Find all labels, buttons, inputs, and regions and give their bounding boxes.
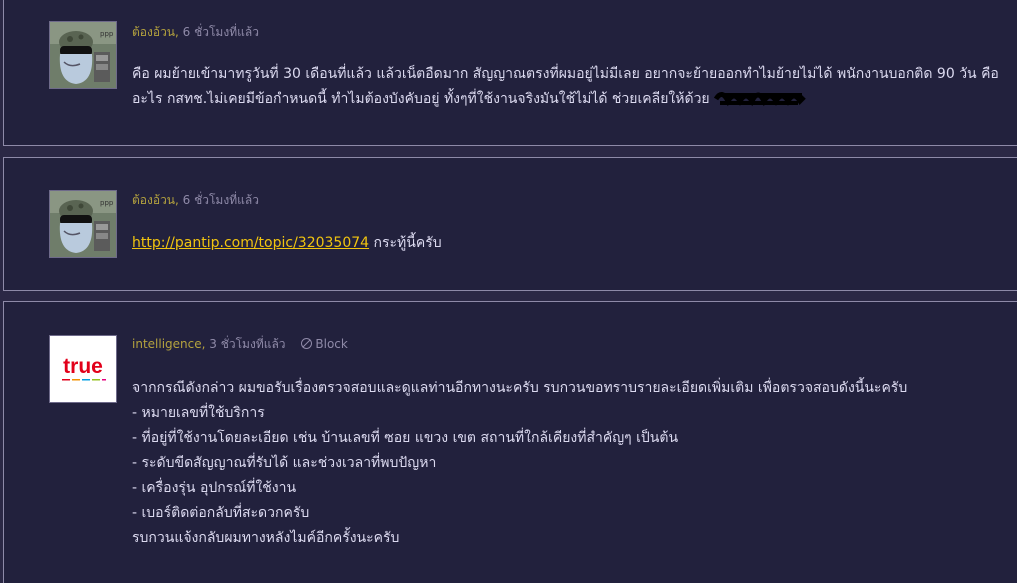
topic-link[interactable]: http://pantip.com/topic/32035074 xyxy=(132,235,369,251)
svg-text:ppp: ppp xyxy=(100,30,114,38)
author-name[interactable]: ต้องอ้วน xyxy=(132,193,175,207)
author-avatar[interactable]: ppp xyxy=(49,21,117,89)
comment-line: - ที่อยู่ที่ใช้งานโดยละเอียด เช่น บ้านเล… xyxy=(132,430,679,446)
comment-line: รบกวนแจ้งกลับผมทางหลังไมค์อีกครั้งนะครับ xyxy=(132,530,400,546)
author-name[interactable]: intelligence xyxy=(132,337,202,351)
comment-text: กระทู้นี้ครับ xyxy=(369,235,442,251)
comment-time: 6 ชั่วโมงที่แล้ว xyxy=(182,193,259,207)
comment-time: 6 ชั่วโมงที่แล้ว xyxy=(182,25,259,39)
block-button[interactable]: Block xyxy=(301,337,348,351)
censored-scribble-icon xyxy=(714,92,806,107)
comment-body: จากกรณีดังกล่าว ผมขอรับเรื่องตรวจสอบและด… xyxy=(132,376,1003,551)
author-avatar[interactable]: true xyxy=(49,335,117,403)
comment-meta: intelligence, 3 ชั่วโมงที่แล้ว Block xyxy=(132,337,348,351)
block-label: Block xyxy=(315,337,348,351)
true-logo-text: true xyxy=(63,355,103,378)
author-avatar[interactable]: ppp xyxy=(49,190,117,258)
cartoon-character-avatar-icon: ppp xyxy=(50,191,116,257)
comment-card: ppp ต้องอ้วน, 6 ชั่วโมงที่แล้ว http://pa… xyxy=(3,157,1017,291)
comment-line: - หมายเลขที่ใช้บริการ xyxy=(132,405,265,421)
cartoon-character-avatar-icon: ppp xyxy=(50,22,116,88)
comment-body: คือ ผมย้ายเข้ามาทรูวันที่ 30 เดือนที่แล้… xyxy=(132,62,1003,112)
true-logo-icon: true xyxy=(50,336,116,402)
svg-text:ppp: ppp xyxy=(100,199,114,207)
comment-time: 3 ชั่วโมงที่แล้ว xyxy=(209,337,286,351)
comment-thread: ppp ต้องอ้วน, 6 ชั่วโมงที่แล้ว คือ ผมย้า… xyxy=(0,0,1017,583)
comment-meta: ต้องอ้วน, 6 ชั่วโมงที่แล้ว xyxy=(132,25,259,39)
author-name[interactable]: ต้องอ้วน xyxy=(132,25,175,39)
comment-line: จากกรณีดังกล่าว ผมขอรับเรื่องตรวจสอบและด… xyxy=(132,380,908,396)
comment-meta: ต้องอ้วน, 6 ชั่วโมงที่แล้ว xyxy=(132,193,259,207)
comment-card: true intelligence, 3 ชั่วโมงที่แล้ว Bloc… xyxy=(3,301,1017,583)
comment-body: http://pantip.com/topic/32035074 กระทู้น… xyxy=(132,231,1003,256)
comment-text: คือ ผมย้ายเข้ามาทรูวันที่ 30 เดือนที่แล้… xyxy=(132,66,999,107)
comment-line: - เบอร์ติดต่อกลับที่สะดวกครับ xyxy=(132,505,310,521)
comment-card: ppp ต้องอ้วน, 6 ชั่วโมงที่แล้ว คือ ผมย้า… xyxy=(3,0,1017,146)
comment-line: - ระดับขีดสัญญาณที่รับได้ และช่วงเวลาที่… xyxy=(132,455,437,471)
comment-line: - เครื่องรุ่น อุปกรณ์ที่ใช้งาน xyxy=(132,480,297,496)
block-icon xyxy=(301,338,313,349)
